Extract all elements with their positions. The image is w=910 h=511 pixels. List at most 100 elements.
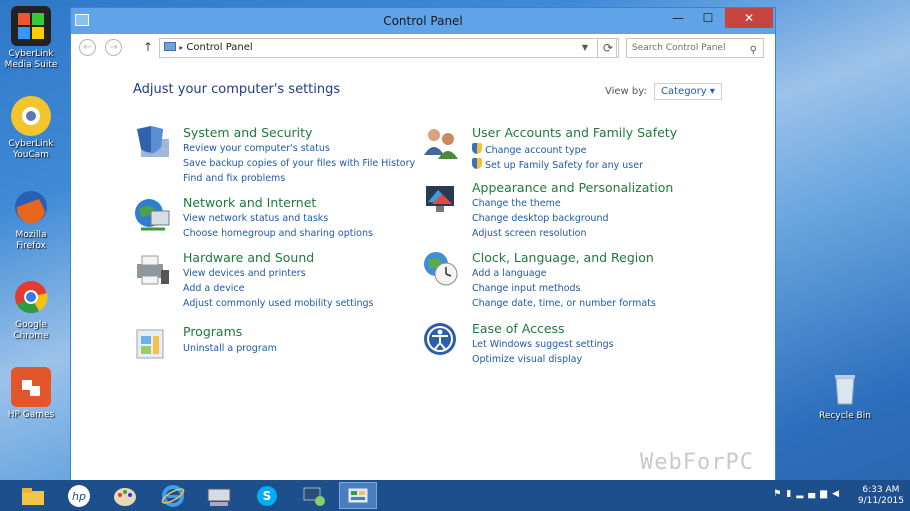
category-link[interactable]: Change the theme <box>472 198 561 209</box>
address-bar[interactable]: ▸ Control Panel ▼ <box>159 38 617 58</box>
forward-button[interactable]: → <box>105 39 122 56</box>
search-placeholder: Search Control Panel <box>632 43 726 53</box>
programs-icon <box>133 324 171 362</box>
address-text: Control Panel <box>186 42 253 53</box>
volume-icon[interactable]: ◀ <box>832 489 844 499</box>
uac-shield-icon <box>472 158 482 169</box>
category-link[interactable]: View network status and tasks <box>183 213 328 224</box>
desktop-icon-chrome[interactable]: Google Chrome <box>0 277 62 342</box>
category-title[interactable]: Ease of Access <box>472 321 565 336</box>
address-dropdown-icon[interactable]: ▼ <box>582 39 588 57</box>
svg-text:hp: hp <box>72 490 86 503</box>
category-link[interactable]: Change date, time, or number formats <box>472 298 656 309</box>
desktop-icon-label: Mozilla Firefox <box>15 230 47 251</box>
control-panel-small-icon <box>164 42 176 51</box>
cyberlink-icon <box>11 6 51 46</box>
category-clock-language: Clock, Language, and Region Add a langua… <box>422 250 742 310</box>
clock-time: 6:33 AM <box>862 485 900 495</box>
category-title[interactable]: User Accounts and Family Safety <box>472 125 677 140</box>
page-title: Adjust your computer's settings <box>133 82 341 97</box>
category-link-text: Change account type <box>485 145 587 156</box>
signal-icon[interactable]: ▂▄▆ <box>796 489 832 499</box>
recycle-bin-icon <box>825 368 865 408</box>
search-input[interactable]: Search Control Panel ⚲ <box>626 38 764 58</box>
category-ease-access: Ease of Access Let Windows suggest setti… <box>422 321 742 371</box>
category-title[interactable]: Network and Internet <box>183 195 316 210</box>
desktop-icon-hp-games[interactable]: HP Games <box>0 367 62 421</box>
watermark: WebForPC <box>640 450 754 475</box>
category-programs: Programs Uninstall a program <box>133 324 413 364</box>
taskbar: hp S ⚑▮▂▄▆◀ 6:33 AM 9/11/2015 <box>0 480 910 511</box>
back-button[interactable]: ← <box>79 39 96 56</box>
category-title[interactable]: Appearance and Personalization <box>472 180 673 195</box>
clock[interactable]: 6:33 AM 9/11/2015 <box>858 485 904 507</box>
category-hardware-sound: Hardware and Sound View devices and prin… <box>133 250 413 310</box>
uac-shield-icon <box>472 143 482 154</box>
category-link[interactable]: Adjust screen resolution <box>472 228 586 239</box>
category-link[interactable]: Add a language <box>472 268 546 279</box>
category-link[interactable]: Set up Family Safety for any user <box>472 158 643 171</box>
flag-icon[interactable]: ⚑ <box>773 489 786 499</box>
desktop-icon-label: Google Chrome <box>13 320 49 341</box>
category-link[interactable]: Change account type <box>472 143 586 156</box>
globe-network-icon <box>133 195 171 233</box>
view-by-dropdown[interactable]: Category ▾ <box>654 83 722 100</box>
minimize-button[interactable]: — <box>663 8 693 28</box>
refresh-button[interactable]: ⟳ <box>597 38 619 58</box>
control-panel-icon[interactable] <box>339 482 377 509</box>
maximize-button[interactable]: ☐ <box>693 8 723 28</box>
view-by: View by: Category ▾ <box>605 83 722 100</box>
category-link[interactable]: Find and fix problems <box>183 173 285 184</box>
keyboard-icon[interactable] <box>200 482 238 509</box>
category-user-accounts: User Accounts and Family Safety Change a… <box>422 125 742 175</box>
category-link[interactable]: Save backup copies of your files with Fi… <box>183 158 415 169</box>
desktop-icon-label: Recycle Bin <box>819 411 871 421</box>
category-link-text: Set up Family Safety for any user <box>485 160 643 171</box>
monitor-icon <box>422 180 460 218</box>
category-link[interactable]: Add a device <box>183 283 244 294</box>
category-link[interactable]: View devices and printers <box>183 268 306 279</box>
category-title[interactable]: Clock, Language, and Region <box>472 250 654 265</box>
view-by-label: View by: <box>605 86 647 97</box>
file-explorer-icon[interactable] <box>14 482 52 509</box>
category-link[interactable]: Change input methods <box>472 283 581 294</box>
category-link[interactable]: Review your computer's status <box>183 143 330 154</box>
up-button[interactable]: ↑ <box>143 40 153 54</box>
category-link[interactable]: Change desktop background <box>472 213 609 224</box>
category-link[interactable]: Choose homegroup and sharing options <box>183 228 373 239</box>
category-link[interactable]: Let Windows suggest settings <box>472 339 614 350</box>
category-link[interactable]: Adjust commonly used mobility settings <box>183 298 374 309</box>
view-by-value: Category <box>661 86 707 97</box>
category-title[interactable]: System and Security <box>183 125 312 140</box>
battery-icon[interactable]: ▮ <box>786 489 796 499</box>
desktop-icon-firefox[interactable]: Mozilla Firefox <box>0 187 62 252</box>
internet-explorer-icon[interactable] <box>154 482 192 509</box>
clock-globe-icon <box>422 250 460 288</box>
hp-icon[interactable]: hp <box>60 482 98 509</box>
category-title[interactable]: Programs <box>183 324 242 339</box>
paint-icon[interactable] <box>106 482 144 509</box>
search-icon[interactable]: ⚲ <box>750 42 757 60</box>
category-link[interactable]: Uninstall a program <box>183 343 277 354</box>
clock-date: 9/11/2015 <box>857 496 904 506</box>
ease-access-icon <box>422 321 460 359</box>
desktop-icon-label: CyberLink Media Suite <box>4 49 58 70</box>
category-appearance: Appearance and Personalization Change th… <box>422 180 742 240</box>
desktop-icon-cyberlink[interactable]: CyberLink Media Suite <box>0 6 62 71</box>
users-icon <box>422 125 460 163</box>
category-title[interactable]: Hardware and Sound <box>183 250 314 265</box>
shield-system-icon <box>133 125 171 163</box>
chrome-icon <box>11 277 51 317</box>
skype-icon[interactable]: S <box>248 482 286 509</box>
title-bar[interactable]: Control Panel — ☐ ✕ <box>71 8 775 34</box>
desktop-icon-youcam[interactable]: CyberLink YouCam <box>0 96 62 161</box>
system-tray: ⚑▮▂▄▆◀ <box>773 489 844 499</box>
youcam-icon <box>11 96 51 136</box>
close-button[interactable]: ✕ <box>725 8 773 28</box>
category-link[interactable]: Optimize visual display <box>472 354 582 365</box>
desktop-icon-label: CyberLink YouCam <box>8 139 54 160</box>
desktop-icon-label: HP Games <box>7 410 55 420</box>
category-system-security: System and Security Review your computer… <box>133 125 415 185</box>
desktop-icon-recycle-bin[interactable]: Recycle Bin <box>814 368 876 422</box>
network-icon[interactable] <box>294 482 332 509</box>
